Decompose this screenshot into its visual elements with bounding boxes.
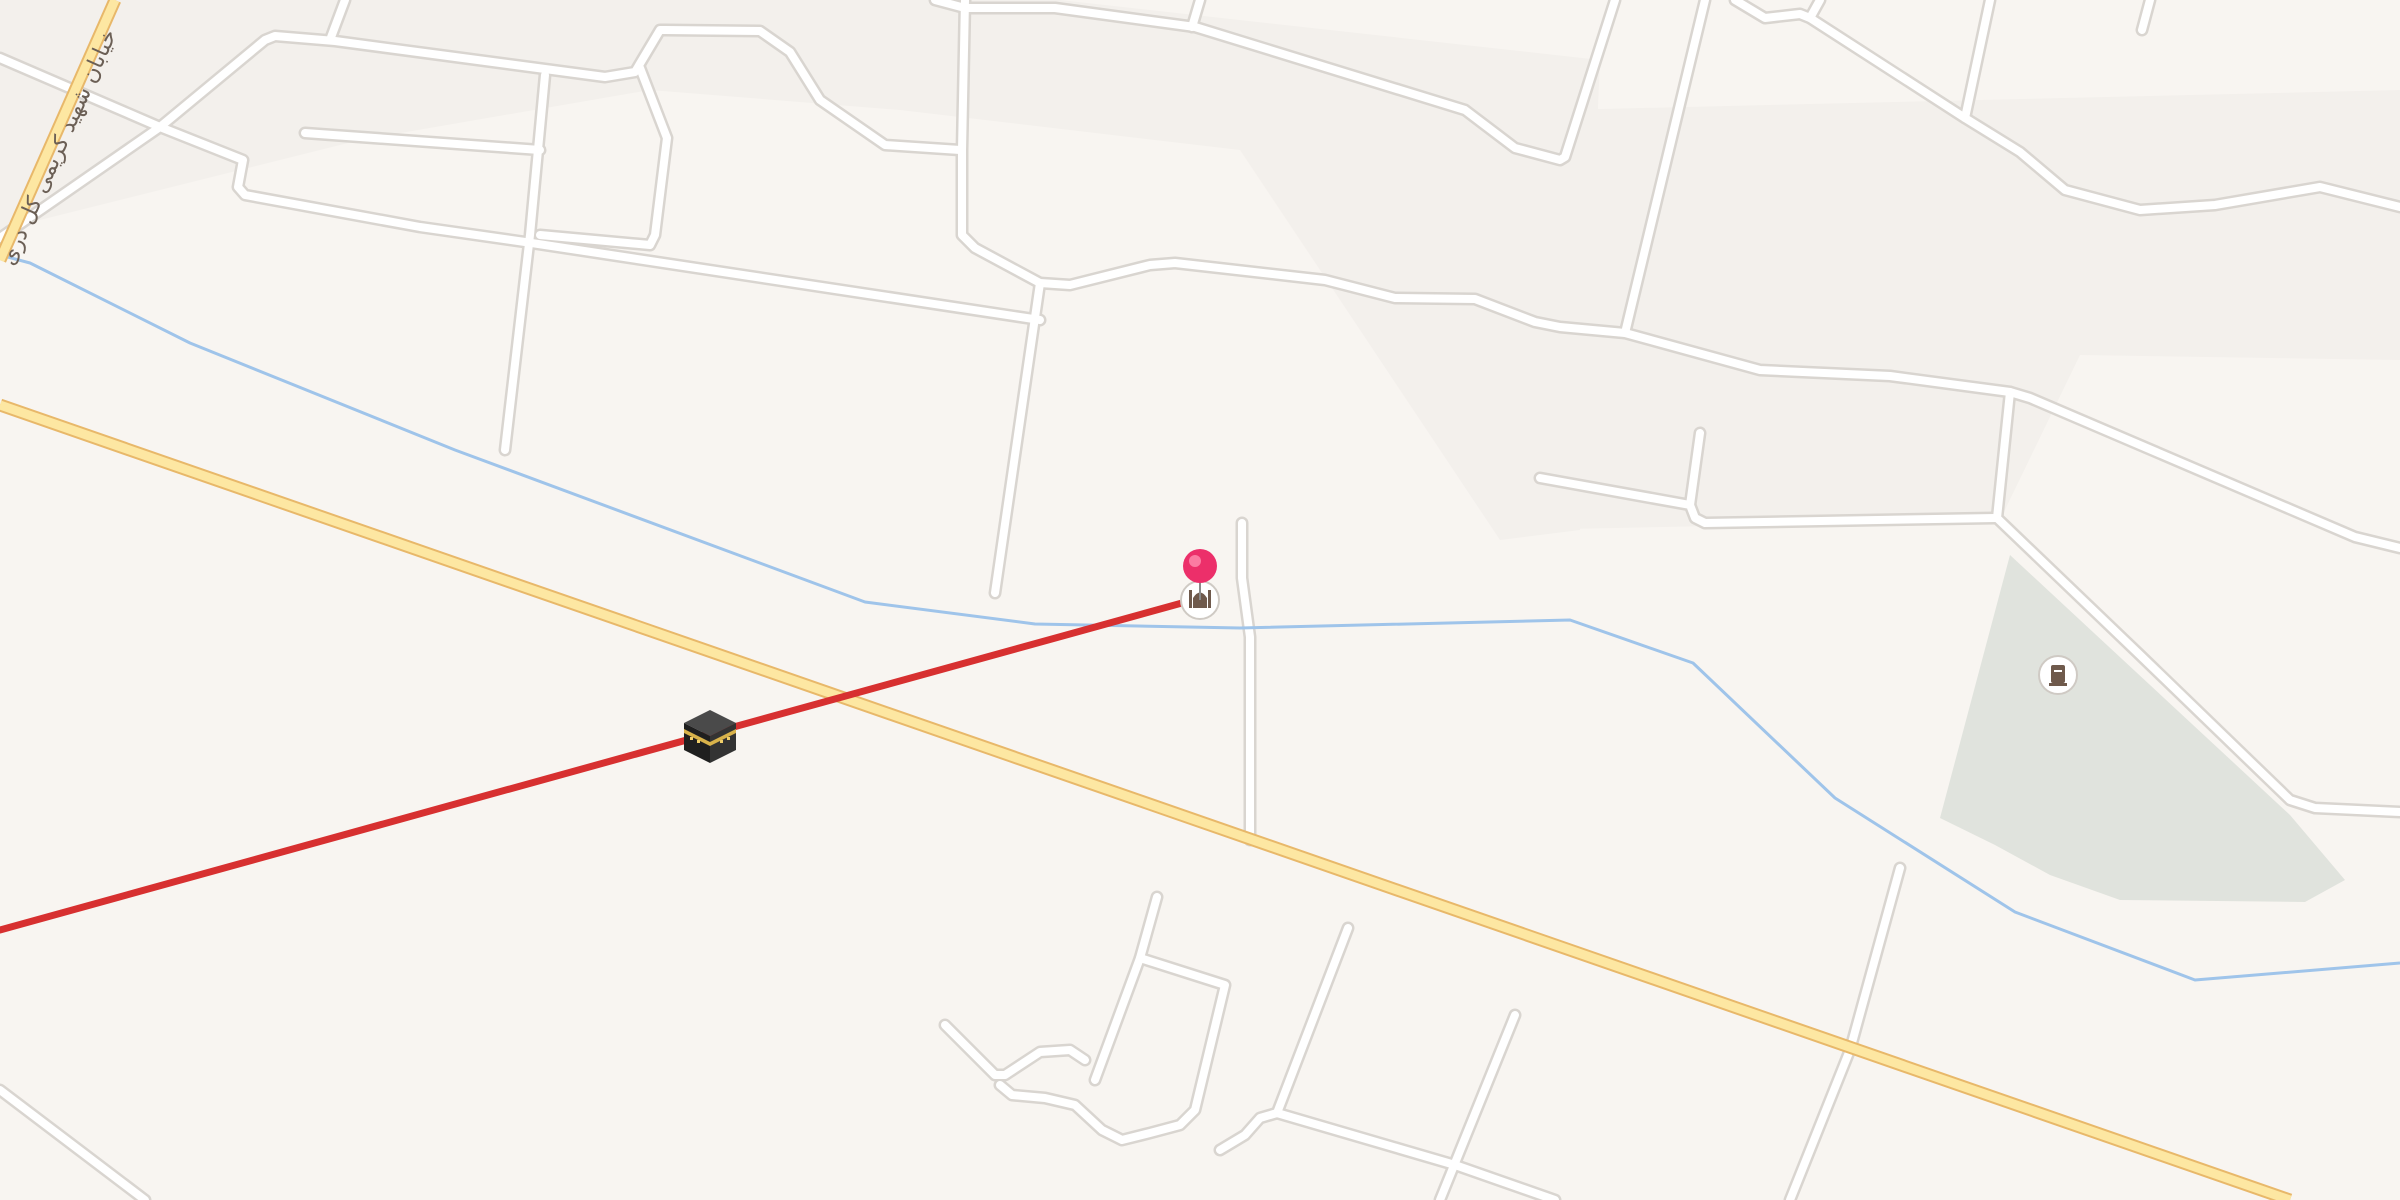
map-canvas[interactable]: خیابان شهید کریمی کل دری: [0, 0, 2400, 1200]
cemetery-poi[interactable]: [2038, 655, 2078, 695]
map-pin-icon: [1183, 549, 1217, 583]
